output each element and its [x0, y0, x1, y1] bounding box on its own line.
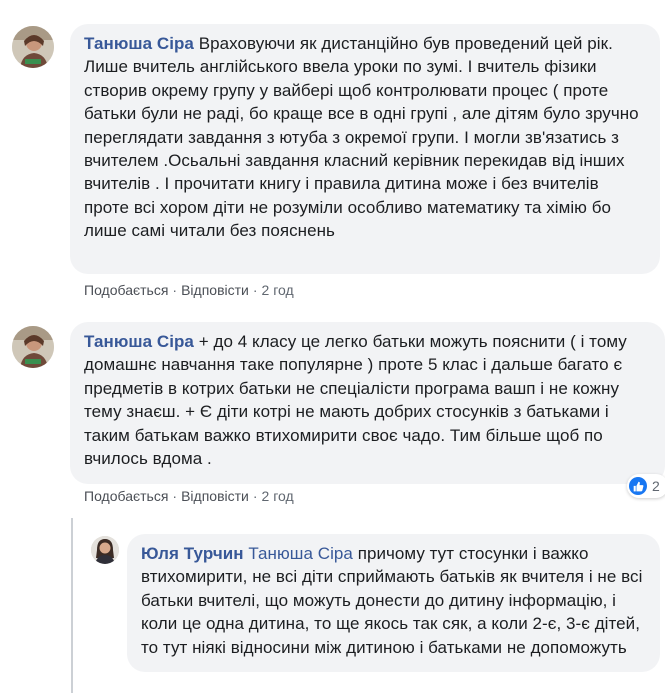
- reply-link[interactable]: Відповісти: [181, 488, 249, 504]
- timestamp[interactable]: 2 год: [262, 488, 294, 504]
- reply-author[interactable]: Юля Турчин: [141, 544, 244, 563]
- comment-bubble: Танюша Сіра + до 4 класу це легко батьки…: [70, 322, 665, 484]
- commenter-avatar[interactable]: [12, 326, 54, 368]
- reply-mention[interactable]: Танюша Сіра: [248, 544, 353, 563]
- comment-2: Танюша Сіра + до 4 класу це легко батьки…: [0, 310, 665, 510]
- reply-avatar[interactable]: [91, 536, 119, 564]
- user-avatar-icon: [12, 326, 54, 368]
- commenter-avatar[interactable]: [12, 26, 54, 68]
- like-icon: [629, 477, 647, 495]
- separator: ·: [252, 488, 258, 504]
- comment-thread: Танюша Сіра Враховуючи як дистанційно бу…: [0, 0, 665, 693]
- user-avatar-icon: [12, 26, 54, 68]
- comment-author[interactable]: Танюша Сіра: [84, 34, 194, 53]
- reply-bubble: Юля Турчин Танюша Сіра причому тут стосу…: [127, 534, 660, 672]
- reaction-summary[interactable]: 2: [627, 474, 665, 498]
- user-avatar-icon: [91, 536, 119, 564]
- comment-actions: Подобається · Відповісти · 2 год: [84, 488, 294, 504]
- comment-actions: Подобається · Відповісти · 2 год: [84, 282, 294, 298]
- comment-text: Враховуючи як дистанційно був проведений…: [84, 34, 639, 241]
- separator: ·: [172, 488, 178, 504]
- like-link[interactable]: Подобається: [84, 488, 168, 504]
- reply-comment: Юля Турчин Танюша Сіра причому тут стосу…: [0, 520, 665, 693]
- timestamp[interactable]: 2 год: [262, 282, 294, 298]
- separator: ·: [252, 282, 258, 298]
- comment-1: Танюша Сіра Враховуючи як дистанційно бу…: [0, 0, 665, 310]
- reply-link[interactable]: Відповісти: [181, 282, 249, 298]
- comment-bubble: Танюша Сіра Враховуючи як дистанційно бу…: [70, 24, 660, 274]
- separator: ·: [172, 282, 178, 298]
- comment-text: + до 4 класу це легко батьки можуть пояс…: [84, 332, 627, 469]
- reaction-count: 2: [652, 478, 660, 494]
- like-link[interactable]: Подобається: [84, 282, 168, 298]
- comment-author[interactable]: Танюша Сіра: [84, 332, 194, 351]
